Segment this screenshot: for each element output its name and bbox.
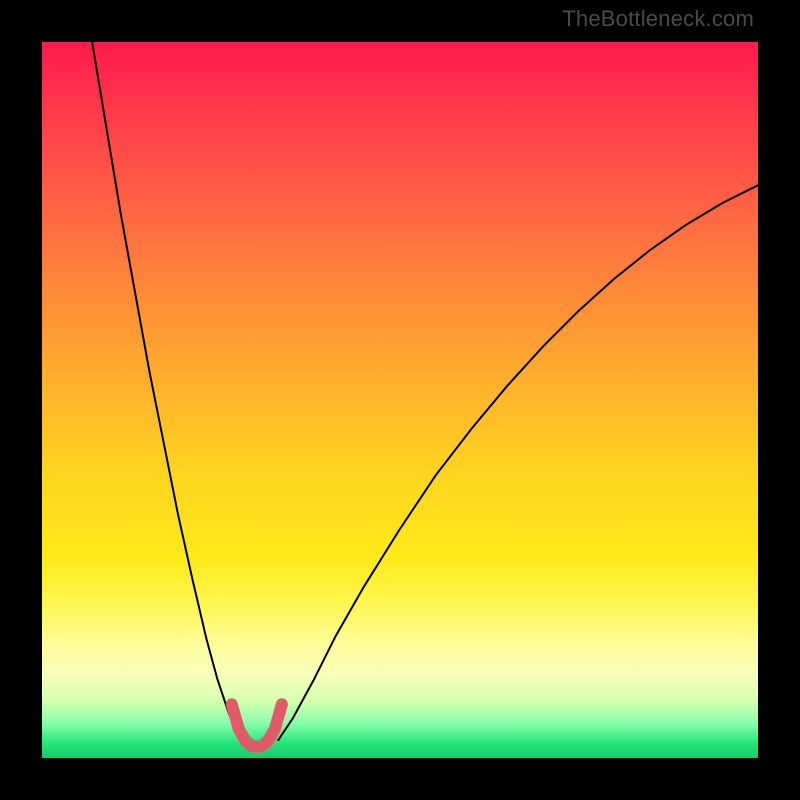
chart-svg: [42, 42, 758, 758]
plot-area: [42, 42, 758, 758]
watermark-label: TheBottleneck.com: [562, 6, 754, 32]
chart-frame: TheBottleneck.com: [0, 0, 800, 800]
series-right-branch: [278, 185, 758, 740]
series-left-branch: [92, 42, 242, 740]
series-valley-highlight: [232, 704, 282, 746]
